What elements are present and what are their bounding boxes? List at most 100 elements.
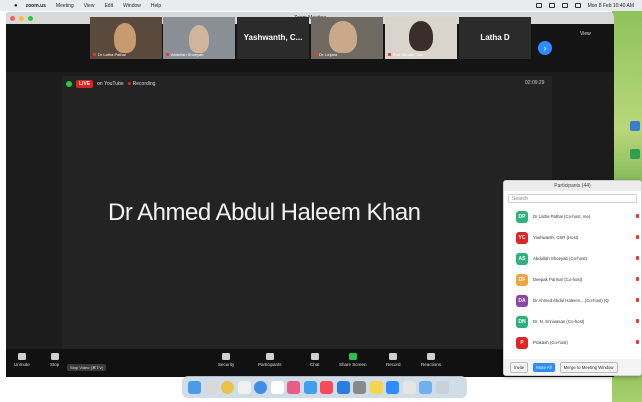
- battery-icon[interactable]: [548, 3, 555, 8]
- video-camera-icon: [50, 353, 59, 360]
- video-thumbnail[interactable]: Latha D: [459, 17, 531, 59]
- trash-icon[interactable]: [435, 380, 449, 394]
- participant-name: Abdullah Shoeyab (Co-host): [533, 256, 587, 261]
- live-badge[interactable]: LIVE: [76, 80, 94, 88]
- menu-view[interactable]: View: [84, 3, 95, 9]
- folder-icon[interactable]: [419, 380, 432, 394]
- photos-app-icon[interactable]: [287, 380, 300, 394]
- thumbnail-name: Dr. Linjara: [319, 52, 338, 57]
- reactions-button[interactable]: Reactions: [421, 353, 441, 367]
- record-button[interactable]: Record: [386, 353, 401, 367]
- participants-search-input[interactable]: Search: [508, 194, 637, 203]
- share-screen-button[interactable]: Share Screen: [339, 353, 367, 367]
- desktop-file-icon[interactable]: [630, 149, 640, 159]
- video-thumbnail[interactable]: Dr Latha Pathai: [90, 17, 162, 59]
- mac-menubar: ● zoom.us Meeting View Edit Window Help …: [0, 0, 642, 11]
- active-speaker-name: Dr Ahmed Abdul Haleem Khan: [108, 199, 421, 226]
- microphone-icon: [17, 353, 26, 360]
- desktop-screen: ● zoom.us Meeting View Edit Window Help …: [0, 0, 642, 402]
- launchpad-icon[interactable]: [204, 380, 218, 394]
- chat-button[interactable]: Chat: [310, 353, 320, 367]
- participant-row[interactable]: AS Abdullah Shoeyab (Co-host): [504, 248, 641, 269]
- merge-window-button[interactable]: Merge to Meeting Window: [559, 361, 618, 373]
- photos-icon[interactable]: [237, 380, 251, 394]
- muted-mic-icon[interactable]: [636, 340, 639, 344]
- safari-icon[interactable]: [254, 380, 267, 394]
- preview-icon[interactable]: [402, 380, 416, 394]
- muted-mic-icon[interactable]: [636, 235, 639, 239]
- notes-icon[interactable]: [369, 380, 383, 394]
- menu-window[interactable]: Window: [123, 3, 141, 9]
- participant-video: [114, 23, 136, 53]
- muted-mic-icon[interactable]: [636, 277, 639, 281]
- participant-name: Deepak Parmar (Co-host): [533, 277, 583, 282]
- chrome-icon[interactable]: [221, 380, 234, 394]
- participant-name: Prakash (Co-host): [533, 340, 568, 345]
- meeting-status-bar: LIVE on YouTube Recording: [66, 80, 155, 88]
- avatar: YC: [516, 231, 528, 244]
- avatar: DP: [516, 210, 528, 223]
- participant-row[interactable]: DF Deepak Parmar (Co-host): [504, 269, 641, 290]
- encryption-shield-icon[interactable]: [66, 81, 72, 87]
- video-thumbnail[interactable]: Yashwanth, C...: [237, 17, 309, 59]
- desktop-file-icon[interactable]: [630, 121, 640, 131]
- next-page-arrow-icon[interactable]: ›: [538, 41, 552, 55]
- participant-row[interactable]: DN Dr. N. Srinivasan (Co-host): [504, 311, 641, 332]
- muted-mic-icon[interactable]: [636, 319, 639, 323]
- app-store-icon[interactable]: [336, 380, 350, 394]
- avatar: AS: [516, 252, 528, 265]
- zoom-status-icon[interactable]: [535, 3, 542, 8]
- shield-icon: [222, 353, 231, 360]
- menubar-clock[interactable]: Mon 8 Feb 10:40 AM: [588, 3, 634, 9]
- live-stream-text: on YouTube: [97, 81, 124, 87]
- participant-video: [409, 21, 433, 51]
- video-thumbnail[interactable]: Dr. Linjara: [311, 17, 383, 59]
- thumbnail-name: Yashwanth, C...: [243, 33, 303, 42]
- security-button[interactable]: Security: [218, 353, 234, 367]
- search-icon[interactable]: [574, 3, 581, 8]
- avatar: DF: [516, 273, 528, 286]
- thumbnail-name: Abdullah Shoeyab: [171, 52, 204, 57]
- menu-meeting[interactable]: Meeting: [56, 3, 74, 9]
- wifi-icon[interactable]: [561, 3, 568, 8]
- people-icon: [265, 353, 274, 360]
- participants-panel: Participants (44) Search DP Dr Latha Pat…: [503, 180, 642, 376]
- avatar: DN: [516, 315, 528, 328]
- view-button[interactable]: View: [580, 31, 591, 37]
- participant-name: Yashwanth, CSR (Host): [533, 235, 579, 240]
- thumbnail-name: Prof Shruthi, Sar...: [393, 52, 426, 57]
- system-preferences-icon[interactable]: [353, 380, 366, 394]
- share-screen-icon: [348, 353, 357, 360]
- muted-mic-icon[interactable]: [636, 298, 639, 302]
- app-store-icon[interactable]: [303, 380, 317, 394]
- menu-help[interactable]: Help: [151, 3, 161, 9]
- video-thumbnail[interactable]: Abdullah Shoeyab: [163, 17, 235, 59]
- muted-mic-icon[interactable]: [636, 256, 639, 260]
- muted-mic-icon[interactable]: [636, 214, 639, 218]
- record-icon: [389, 353, 398, 360]
- menu-edit[interactable]: Edit: [104, 3, 113, 9]
- zoom-icon[interactable]: [386, 380, 399, 394]
- thumbnail-name: Dr Latha Pathai: [98, 52, 126, 57]
- music-icon[interactable]: [320, 380, 333, 394]
- invite-button[interactable]: Invite: [510, 361, 529, 373]
- menu-app-name[interactable]: zoom.us: [26, 3, 46, 9]
- video-thumbnail[interactable]: Prof Shruthi, Sar...: [385, 17, 457, 59]
- participant-row[interactable]: DP Dr Latha Pathai (Co-host, me): [504, 206, 641, 227]
- thumbnail-name: Latha D: [480, 33, 510, 42]
- participant-video: [189, 25, 209, 53]
- participant-row[interactable]: YC Yashwanth, CSR (Host): [504, 227, 641, 248]
- participant-row[interactable]: P Prakash (Co-host): [504, 332, 641, 353]
- stop-video-button[interactable]: Stop: [50, 353, 59, 367]
- mute-all-button[interactable]: Mute All: [533, 362, 555, 372]
- avatar: P: [516, 336, 528, 349]
- meeting-timer: 02:09:29: [525, 80, 545, 86]
- participants-button[interactable]: Participants: [258, 353, 282, 367]
- recording-indicator: Recording: [128, 81, 156, 87]
- apple-icon[interactable]: ●: [14, 3, 18, 9]
- unmute-button[interactable]: Unmute: [14, 353, 30, 367]
- finder-icon[interactable]: [188, 380, 201, 394]
- calendar-icon[interactable]: [270, 380, 284, 394]
- participant-row[interactable]: DA Dr Ahmed Abdul Haleem... (Co-host) (Q: [504, 290, 641, 311]
- participants-panel-footer: Invite Mute All Merge to Meeting Window: [504, 359, 641, 375]
